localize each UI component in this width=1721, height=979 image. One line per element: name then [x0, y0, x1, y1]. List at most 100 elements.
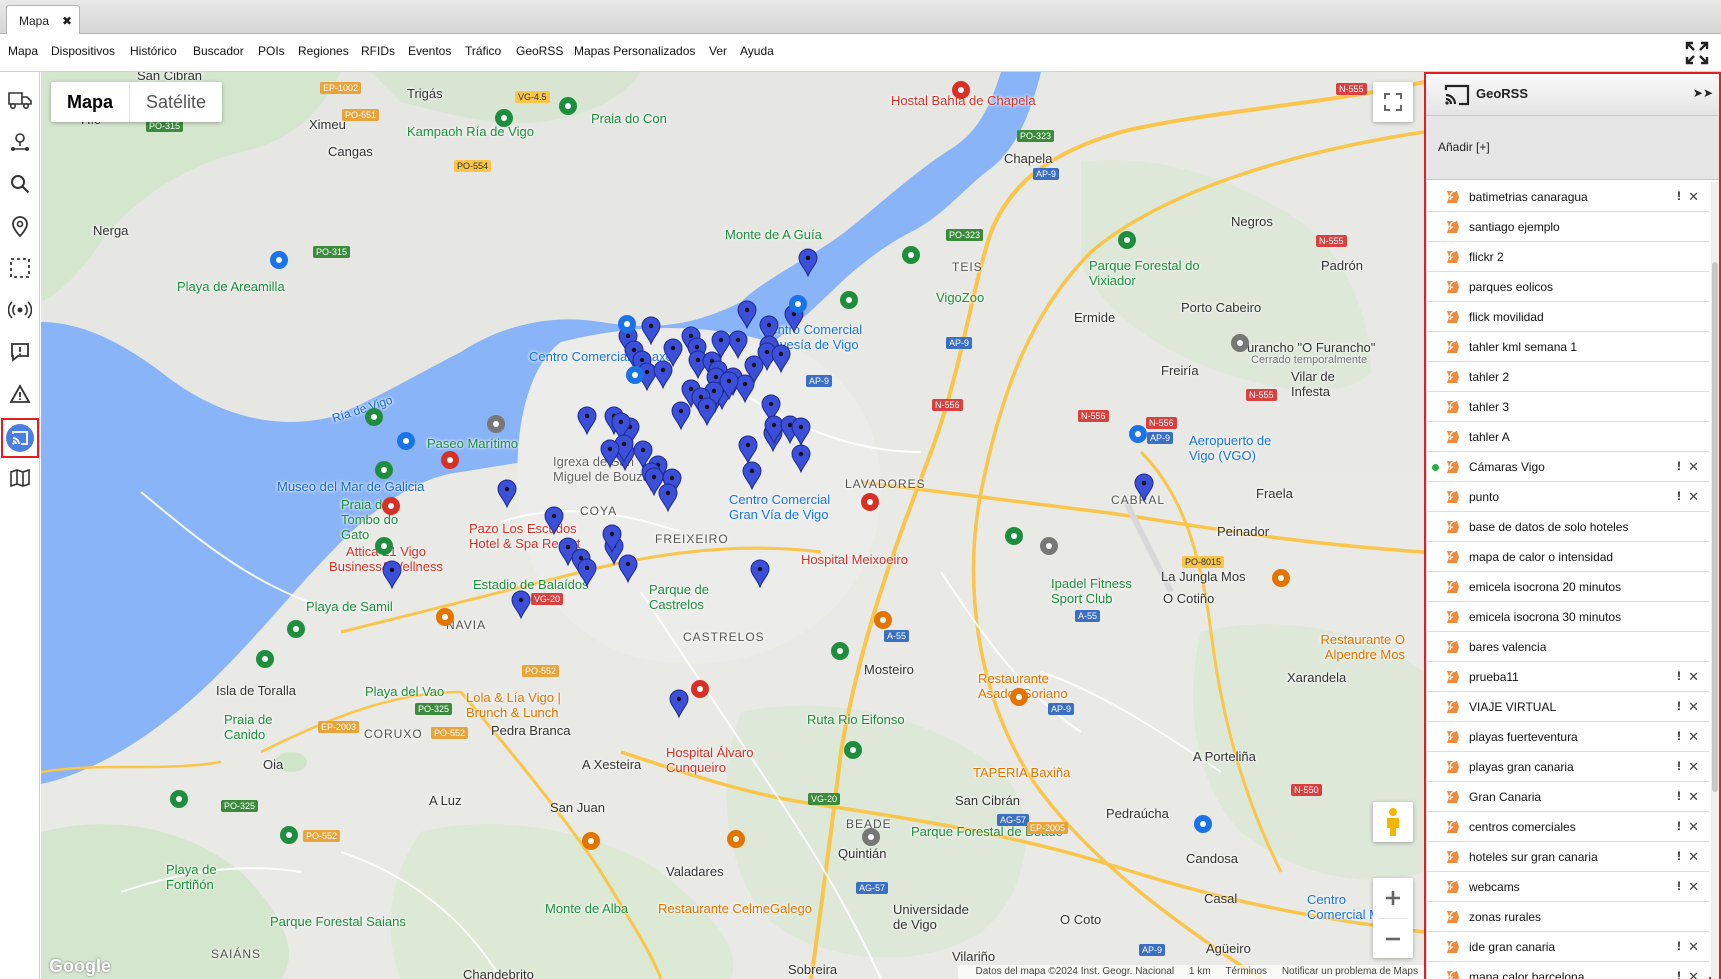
poi-marker-icon[interactable] — [1272, 569, 1290, 587]
expand-icon[interactable] — [1685, 41, 1709, 65]
selection-icon[interactable] — [4, 252, 36, 284]
delete-icon[interactable]: ✕ — [1688, 939, 1699, 955]
poi-marker-icon[interactable] — [691, 680, 709, 698]
warning-icon[interactable]: ! — [1677, 789, 1681, 803]
georss-list-item[interactable]: tahler A — [1426, 422, 1709, 452]
warning-icon[interactable]: ! — [1677, 489, 1681, 503]
poi-marker-icon[interactable] — [270, 251, 288, 269]
poi-marker-icon[interactable] — [1129, 425, 1147, 443]
warning-icon[interactable]: ! — [1677, 849, 1681, 863]
menu-item-mapa[interactable]: Mapa — [8, 44, 38, 58]
poi-marker-icon[interactable] — [375, 461, 393, 479]
delete-icon[interactable]: ✕ — [1688, 879, 1699, 895]
georss-list-item[interactable]: playas fuerteventura! ✕ — [1426, 722, 1709, 752]
poi-marker-icon[interactable] — [582, 832, 600, 850]
camera-marker-icon[interactable] — [653, 360, 673, 390]
location-pin-icon[interactable] — [4, 210, 36, 242]
truck-icon[interactable] — [4, 84, 36, 116]
georss-list-item[interactable]: emicela isocrona 20 minutos — [1426, 572, 1709, 602]
menu-item-buscador[interactable]: Buscador — [193, 44, 244, 58]
add-georss-button[interactable]: Añadir [+] — [1426, 116, 1719, 180]
camera-marker-icon[interactable] — [577, 406, 597, 436]
map-type-satellite-button[interactable]: Satélite — [130, 82, 222, 122]
poi-marker-icon[interactable] — [626, 366, 644, 384]
poi-marker-icon[interactable] — [1040, 537, 1058, 555]
poi-marker-icon[interactable] — [287, 620, 305, 638]
poi-marker-icon[interactable] — [170, 790, 188, 808]
delete-icon[interactable]: ✕ — [1688, 969, 1699, 979]
georss-list-item[interactable]: punto! ✕ — [1426, 482, 1709, 512]
camera-marker-icon[interactable] — [728, 330, 748, 360]
poi-marker-icon[interactable] — [789, 295, 807, 313]
camera-marker-icon[interactable] — [735, 374, 755, 404]
camera-marker-icon[interactable] — [791, 444, 811, 474]
warning-icon[interactable]: ! — [1677, 459, 1681, 473]
georss-list-item[interactable]: zonas rurales — [1426, 902, 1709, 932]
poi-marker-icon[interactable] — [256, 650, 274, 668]
terms-link[interactable]: Términos — [1225, 966, 1267, 977]
warning-icon[interactable]: ! — [1677, 969, 1681, 979]
collapse-icon[interactable]: ➤➤ — [1693, 86, 1713, 100]
warning-icon[interactable]: ! — [1677, 759, 1681, 773]
georss-cast-icon[interactable] — [1, 418, 39, 458]
pegman-icon[interactable] — [1373, 802, 1413, 842]
georss-list-item[interactable]: Gran Canaria! ✕ — [1426, 782, 1709, 812]
camera-marker-icon[interactable] — [750, 559, 770, 589]
poi-marker-icon[interactable] — [902, 246, 920, 264]
poi-marker-icon[interactable] — [280, 826, 298, 844]
poi-marker-icon[interactable] — [844, 741, 862, 759]
poi-marker-icon[interactable] — [487, 415, 505, 433]
menu-item-regiones[interactable]: Regiones — [298, 44, 349, 58]
warning-icon[interactable]: ! — [1677, 189, 1681, 203]
camera-marker-icon[interactable] — [618, 554, 638, 584]
camera-marker-icon[interactable] — [771, 344, 791, 374]
georss-list-item[interactable]: parques eolicos — [1426, 272, 1709, 302]
scrollbar[interactable] — [1711, 182, 1719, 979]
camera-marker-icon[interactable] — [641, 316, 661, 346]
warning-icon[interactable]: ! — [1677, 879, 1681, 893]
menu-item-eventos[interactable]: Eventos — [408, 44, 451, 58]
camera-marker-icon[interactable] — [511, 590, 531, 620]
poi-marker-icon[interactable] — [952, 81, 970, 99]
georss-list-item[interactable]: prueba11! ✕ — [1426, 662, 1709, 692]
menu-item-georss[interactable]: GeoRSS — [516, 44, 563, 58]
poi-marker-icon[interactable] — [862, 828, 880, 846]
menu-item-rfids[interactable]: RFIDs — [361, 44, 395, 58]
camera-marker-icon[interactable] — [600, 439, 620, 469]
georss-list-item[interactable]: centros comerciales! ✕ — [1426, 812, 1709, 842]
menu-item-historico[interactable]: Histórico — [130, 44, 177, 58]
poi-marker-icon[interactable] — [1118, 231, 1136, 249]
poi-marker-icon[interactable] — [441, 451, 459, 469]
map-type-map-button[interactable]: Mapa — [51, 82, 131, 122]
georss-list-item[interactable]: playas gran canaria! ✕ — [1426, 752, 1709, 782]
georss-list-item[interactable]: ide gran canaria! ✕ — [1426, 932, 1709, 962]
delete-icon[interactable]: ✕ — [1688, 819, 1699, 835]
zoom-out-icon[interactable] — [1378, 918, 1408, 958]
poi-marker-icon[interactable] — [436, 608, 454, 626]
georss-list-item[interactable]: VIAJE VIRTUAL! ✕ — [1426, 692, 1709, 722]
camera-marker-icon[interactable] — [497, 479, 517, 509]
georss-list-item[interactable]: santiago ejemplo — [1426, 212, 1709, 242]
broadcast-icon[interactable] — [4, 294, 36, 326]
poi-marker-icon[interactable] — [727, 830, 745, 848]
camera-marker-icon[interactable] — [382, 560, 402, 590]
close-icon[interactable]: ✖ — [62, 14, 72, 28]
poi-marker-icon[interactable] — [831, 642, 849, 660]
georss-list-item[interactable]: tahler 3 — [1426, 392, 1709, 422]
delete-icon[interactable]: ✕ — [1688, 699, 1699, 715]
poi-marker-icon[interactable] — [1005, 527, 1023, 545]
delete-icon[interactable]: ✕ — [1688, 789, 1699, 805]
poi-marker-icon[interactable] — [375, 537, 393, 555]
poi-marker-icon[interactable] — [495, 109, 513, 127]
delete-icon[interactable]: ✕ — [1688, 849, 1699, 865]
alert-message-icon[interactable] — [4, 336, 36, 368]
camera-marker-icon[interactable] — [544, 506, 564, 536]
camera-marker-icon[interactable] — [738, 435, 758, 465]
georss-list-item[interactable]: flickr 2 — [1426, 242, 1709, 272]
delete-icon[interactable]: ✕ — [1688, 669, 1699, 685]
report-link[interactable]: Notificar un problema de Maps — [1282, 966, 1418, 977]
map-fullscreen-icon[interactable] — [1373, 82, 1413, 122]
warning-icon[interactable] — [4, 378, 36, 410]
georss-list-item[interactable]: base de datos de solo hoteles — [1426, 512, 1709, 542]
delete-icon[interactable]: ✕ — [1688, 759, 1699, 775]
